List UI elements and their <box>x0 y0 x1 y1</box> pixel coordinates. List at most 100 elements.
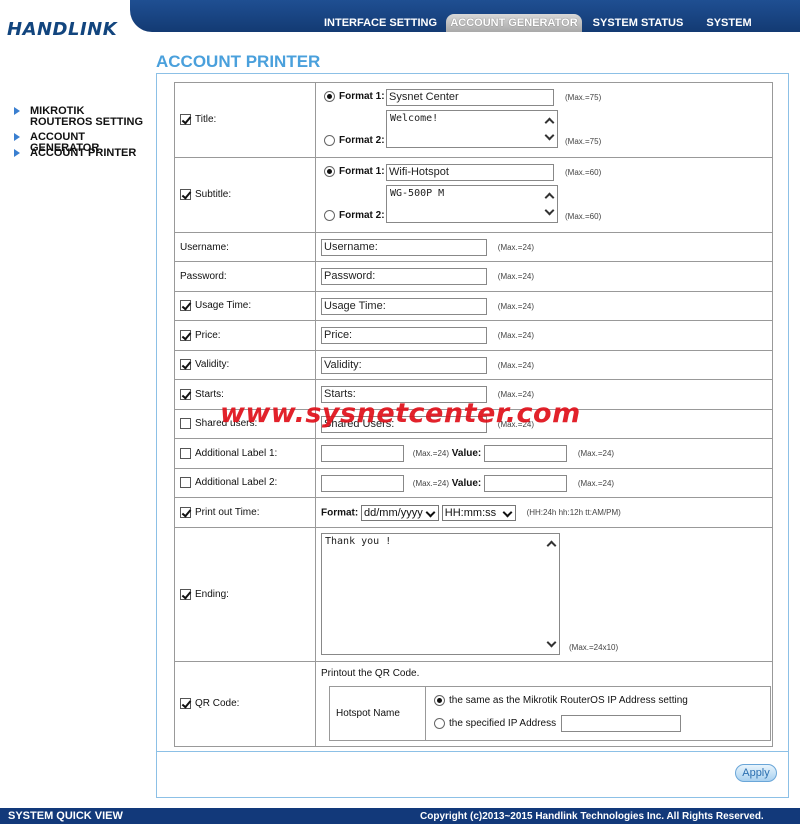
print-time-label: Print out Time: <box>195 507 260 519</box>
title-format1-input[interactable]: Sysnet Center <box>386 89 554 106</box>
panel-divider <box>157 751 788 752</box>
price-checkbox[interactable] <box>180 329 191 341</box>
print-time-hint: (HH:24h hh:12h tt:AM/PM) <box>526 508 621 517</box>
qr-options-table: Hotspot Name the same as the Mikrotik Ro… <box>329 686 771 741</box>
top-nav: INTERFACE SETTING ACCOUNT GENERATOR SYST… <box>130 0 800 47</box>
password-input[interactable]: Password: <box>321 268 487 285</box>
validity-max: (Max.=24) <box>497 360 535 370</box>
tab-system-tools[interactable]: SYSTEM TOOLS <box>688 14 770 47</box>
ending-text: Thank you ! <box>325 536 392 547</box>
copyright-text: Copyright (c)2013~2015 Handlink Technolo… <box>420 811 764 822</box>
subtitle-row: Subtitle: Format 1: Wifi-Hotspot (Max.=6… <box>174 157 773 233</box>
starts-label: Starts: <box>195 389 224 401</box>
sidebar-item-label: ACCOUNT PRINTER <box>30 147 137 159</box>
sidebar-item-label: MIKROTIK ROUTEROS SETTING <box>30 105 144 128</box>
title-format2-textarea[interactable]: Welcome! <box>386 110 558 148</box>
title-format1-radio[interactable] <box>324 91 335 102</box>
apply-button[interactable]: Apply <box>735 764 777 782</box>
subtitle-format1-max: (Max.=60) <box>565 168 602 177</box>
additional-label-1-input[interactable] <box>321 445 404 462</box>
validity-row: Validity: Validity: (Max.=24) <box>174 350 773 380</box>
additional-label-1-value-input[interactable] <box>484 445 568 462</box>
password-row: Password: Password: (Max.=24) <box>174 261 773 292</box>
title-label: Title: <box>195 114 217 126</box>
shared-users-label: Shared users: <box>195 418 258 430</box>
price-input[interactable]: Price: <box>321 327 487 344</box>
system-quick-view-link[interactable]: SYSTEM QUICK VIEW <box>8 810 123 822</box>
price-row: Price: Price: (Max.=24) <box>174 320 773 351</box>
subtitle-label: Subtitle: <box>195 189 232 201</box>
print-time-checkbox[interactable] <box>180 506 191 518</box>
additional-label-2-input[interactable] <box>321 474 404 492</box>
header: HANDLINK INTERFACE SETTING ACCOUNT GENER… <box>0 0 800 47</box>
usage-time-input[interactable]: Usage Time: <box>321 297 487 315</box>
title-checkbox[interactable] <box>180 114 191 126</box>
handlink-logo: HANDLINK <box>7 19 118 40</box>
subtitle-format2-radio[interactable] <box>324 210 335 221</box>
additional-label-2-value-max: (Max.=24) <box>577 478 615 488</box>
form-panel: Title: Format 1: Sysnet Center (Max.=75)… <box>156 73 789 798</box>
subtitle-format2-label: Format 2: <box>339 210 385 221</box>
scroll-down-icon <box>544 130 555 141</box>
ending-checkbox[interactable] <box>180 588 191 600</box>
scroll-up-icon <box>544 192 555 203</box>
sidebar-item-mikrotik-routeros-setting[interactable]: MIKROTIK ROUTEROS SETTING <box>14 106 149 128</box>
footer: SYSTEM QUICK VIEW Copyright (c)2013~2015… <box>0 808 800 824</box>
subtitle-format1-radio[interactable] <box>324 166 335 177</box>
tab-account-generator[interactable]: ACCOUNT GENERATOR <box>446 14 582 32</box>
additional-label-2-checkbox[interactable] <box>180 477 191 489</box>
validity-checkbox[interactable] <box>180 359 191 371</box>
scroll-up-icon <box>546 540 557 551</box>
ending-textarea[interactable]: Thank you ! <box>321 533 560 655</box>
starts-input[interactable]: Starts: <box>321 386 487 403</box>
qr-option-specified-label: the specified IP Address <box>449 717 557 729</box>
ending-label: Ending: <box>195 589 229 601</box>
password-max: (Max.=24) <box>497 272 535 281</box>
usage-time-row: Usage Time: Usage Time: (Max.=24) <box>174 291 773 321</box>
subtitle-format1-input[interactable]: Wifi-Hotspot <box>386 164 554 181</box>
username-row: Username: Username: (Max.=24) <box>174 232 773 262</box>
title-format1-label: Format 1: <box>339 91 385 102</box>
qr-ip-input[interactable] <box>560 714 681 732</box>
tab-interface-setting[interactable]: INTERFACE SETTING <box>323 14 438 32</box>
qr-option-mikrotik-label: the same as the Mikrotik RouterOS IP Add… <box>449 695 688 707</box>
scroll-down-icon <box>546 637 557 648</box>
usage-time-checkbox[interactable] <box>180 300 191 312</box>
qr-code-checkbox[interactable] <box>180 698 191 710</box>
price-max: (Max.=24) <box>497 331 535 340</box>
qr-option-mikrotik-radio[interactable] <box>434 695 445 707</box>
subtitle-format1-label: Format 1: <box>339 166 385 177</box>
starts-max: (Max.=24) <box>497 390 535 399</box>
printer-settings-table: Title: Format 1: Sysnet Center (Max.=75)… <box>174 82 773 747</box>
validity-input[interactable]: Validity: <box>321 356 487 374</box>
additional-label-1-row: Additional Label 1: (Max.=24) Value: (Ma… <box>174 438 773 469</box>
hotspot-name-label: Hotspot Name <box>329 686 426 741</box>
shared-users-max: (Max.=24) <box>497 419 535 429</box>
validity-label: Validity: <box>195 359 230 371</box>
subtitle-checkbox[interactable] <box>180 189 191 201</box>
title-format2-label: Format 2: <box>339 135 385 146</box>
starts-checkbox[interactable] <box>180 388 191 400</box>
qr-option-specified-radio[interactable] <box>434 717 445 729</box>
tab-system-status[interactable]: SYSTEM STATUS <box>591 14 685 32</box>
username-label: Username: <box>180 241 229 253</box>
additional-label-1-checkbox[interactable] <box>180 447 191 459</box>
username-input[interactable]: Username: <box>321 238 487 256</box>
scrollbar[interactable] <box>544 111 555 147</box>
starts-row: Starts: Starts: (Max.=24) <box>174 379 773 410</box>
title-format2-radio[interactable] <box>324 135 335 146</box>
scrollbar[interactable] <box>546 534 557 654</box>
shared-users-checkbox[interactable] <box>180 418 191 430</box>
qr-code-row: QR Code: Printout the QR Code. Hotspot N… <box>174 661 773 747</box>
time-format-select[interactable]: HH:mm:ss <box>441 504 516 521</box>
scrollbar[interactable] <box>544 186 555 222</box>
arrow-icon <box>14 149 20 157</box>
sidebar-item-account-printer[interactable]: ACCOUNT PRINTER <box>14 148 136 159</box>
price-label: Price: <box>195 330 221 342</box>
additional-label-2-value-input[interactable] <box>484 474 568 492</box>
usage-time-max: (Max.=24) <box>497 301 535 311</box>
shared-users-input[interactable]: Shared Users: <box>321 415 487 433</box>
subtitle-format2-textarea[interactable]: WG-500P M <box>386 185 558 223</box>
print-time-format-label: Format: <box>321 507 359 518</box>
date-format-select[interactable]: dd/mm/yyyy <box>361 504 440 521</box>
